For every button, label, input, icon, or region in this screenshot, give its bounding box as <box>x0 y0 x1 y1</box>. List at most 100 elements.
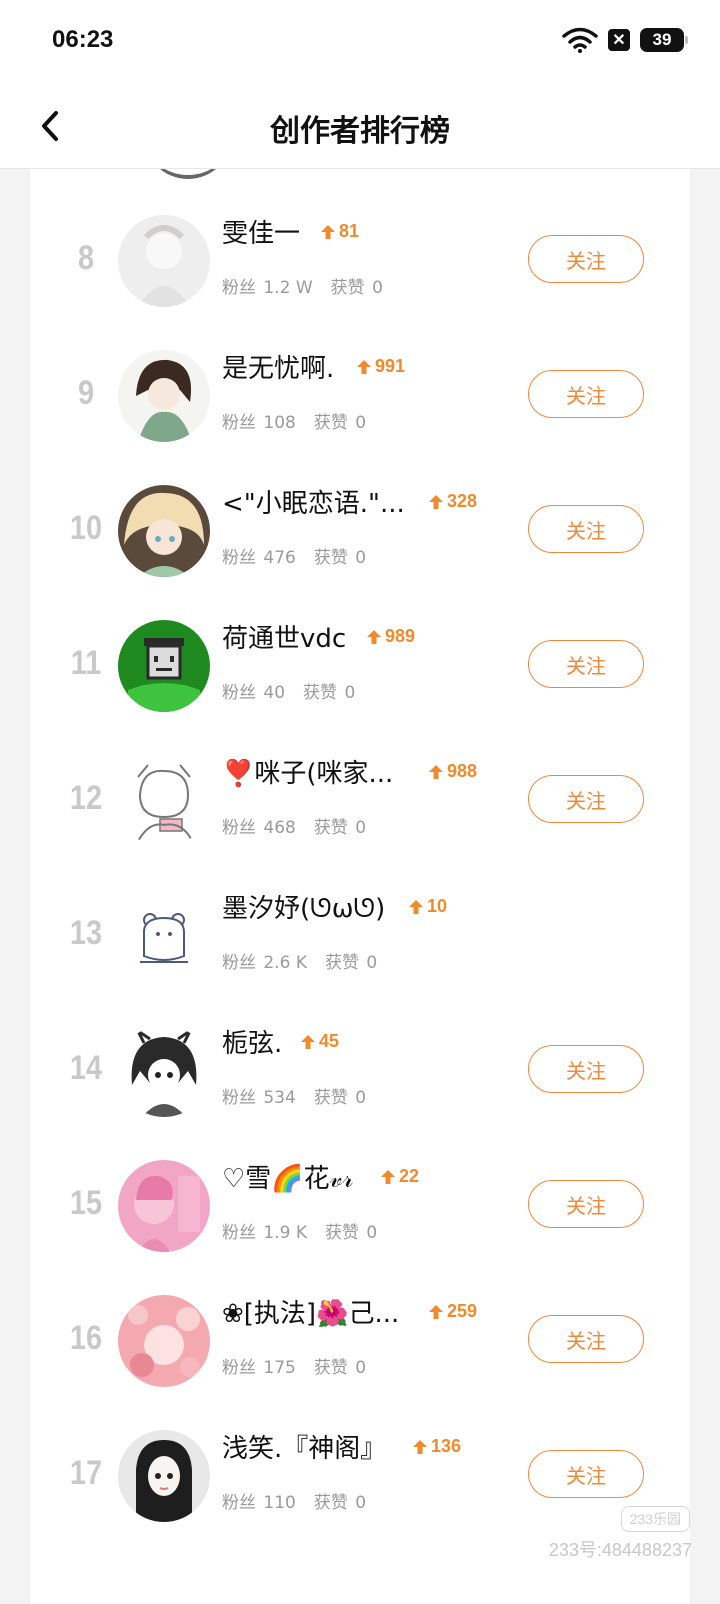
rank-rise: 22 <box>380 1166 419 1187</box>
page-title: 创作者排行榜 <box>270 114 450 149</box>
nav-bar: 创作者排行榜 <box>0 84 720 169</box>
arrow-up-icon <box>381 1169 395 1184</box>
creator-name[interactable]: 浅笑.『神阁』 <box>222 1428 386 1465</box>
creator-stats: 粉丝 40 获赞 0 <box>222 678 355 703</box>
rank-rise: 45 <box>300 1031 339 1052</box>
avatar[interactable] <box>118 1025 210 1117</box>
rank-number: 13 <box>69 914 103 952</box>
creator-stats: 粉丝 108 获赞 0 <box>222 408 366 433</box>
follow-button[interactable]: 关注 <box>528 505 644 553</box>
avatar[interactable] <box>118 485 210 577</box>
creator-name[interactable]: ♡雪🌈花𝓋𝓇 <box>222 1158 353 1195</box>
rank-rise: 989 <box>366 626 415 647</box>
fans-stat: 粉丝 534 <box>222 1088 296 1108</box>
list-item[interactable]: 9 是无忧啊. 991 粉丝 108 获赞 0 关注 <box>30 350 690 482</box>
list-item[interactable]: 14 栀弦. 45 粉丝 534 获赞 0 关注 <box>30 1025 690 1157</box>
arrow-up-icon <box>429 1304 443 1319</box>
creator-name[interactable]: ❀[执法]🌺己... <box>222 1293 399 1330</box>
arrow-up-icon <box>357 359 371 374</box>
rank-rise: 81 <box>320 221 359 242</box>
notification-x-icon: ✕ <box>608 29 630 51</box>
creator-stats: 粉丝 110 获赞 0 <box>222 1488 366 1513</box>
creator-name[interactable]: 荷通世vdc <box>222 618 346 655</box>
fans-stat: 粉丝 1.2 W <box>222 278 313 298</box>
rank-number: 17 <box>69 1454 103 1492</box>
likes-stat: 获赞 0 <box>330 278 383 298</box>
creator-stats: 粉丝 468 获赞 0 <box>222 813 366 838</box>
rank-number: 8 <box>77 239 95 277</box>
rank-rise: 10 <box>408 896 447 917</box>
avatar[interactable] <box>118 890 210 982</box>
previous-avatar-edge <box>144 169 232 179</box>
avatar[interactable] <box>118 1430 210 1522</box>
arrow-up-icon <box>321 224 335 239</box>
follow-button[interactable]: 关注 <box>528 775 644 823</box>
list-item[interactable]: 16 ❀[执法]🌺己... 259 粉丝 175 获赞 0 关注 <box>30 1295 690 1427</box>
likes-stat: 获赞 0 <box>313 1493 367 1513</box>
avatar[interactable] <box>118 1295 210 1387</box>
rank-number: 9 <box>77 374 95 412</box>
rank-rise: 328 <box>428 491 477 512</box>
list-item[interactable]: 13 墨汐妤(ᘎωᘎ) 10 粉丝 2.6 K 获赞 0 <box>30 890 690 1022</box>
follow-button[interactable]: 关注 <box>528 1045 644 1093</box>
rank-number: 11 <box>70 644 102 682</box>
fans-stat: 粉丝 1.9 K <box>222 1223 307 1243</box>
avatar[interactable] <box>118 215 210 307</box>
creator-stats: 粉丝 534 获赞 0 <box>222 1083 366 1108</box>
rank-number: 16 <box>69 1319 103 1357</box>
list-item[interactable]: 10 <"小眠恋语."... 328 粉丝 476 获赞 0 关注 <box>30 485 690 617</box>
avatar[interactable] <box>118 620 210 712</box>
rank-number: 12 <box>69 779 103 817</box>
avatar[interactable] <box>118 350 210 442</box>
rank-rise: 991 <box>356 356 405 377</box>
creator-stats: 粉丝 1.9 K 获赞 0 <box>222 1218 377 1243</box>
status-icons: ✕ 39 <box>562 26 688 54</box>
list-item[interactable]: 12 ❣️咪子(咪家... 988 粉丝 468 获赞 0 关注 <box>30 755 690 887</box>
follow-button[interactable]: 关注 <box>528 1450 644 1498</box>
arrow-up-icon <box>413 1439 427 1454</box>
fans-stat: 粉丝 108 <box>222 413 296 433</box>
follow-button[interactable]: 关注 <box>528 235 644 283</box>
arrow-up-icon <box>301 1034 315 1049</box>
creator-name[interactable]: ❣️咪子(咪家... <box>222 753 393 790</box>
creator-name[interactable]: 墨汐妤(ᘎωᘎ) <box>222 888 385 925</box>
fans-stat: 粉丝 175 <box>222 1358 296 1378</box>
creator-stats: 粉丝 1.2 W 获赞 0 <box>222 273 383 298</box>
list-item[interactable]: 8 雯佳一 81 粉丝 1.2 W 获赞 0 关注 <box>30 215 690 347</box>
status-time: 06:23 <box>52 26 114 53</box>
avatar[interactable] <box>118 755 210 847</box>
fans-stat: 粉丝 40 <box>222 683 286 703</box>
creator-name[interactable]: 雯佳一 <box>222 213 300 250</box>
arrow-up-icon <box>429 494 443 509</box>
follow-button[interactable]: 关注 <box>528 1180 644 1228</box>
rank-rise: 136 <box>412 1436 461 1457</box>
battery-level: 39 <box>652 30 672 49</box>
rank-number: 10 <box>69 509 103 547</box>
status-bar: 06:23 ✕ 39 <box>0 0 720 84</box>
rank-rise: 988 <box>428 761 477 782</box>
likes-stat: 获赞 0 <box>313 818 367 838</box>
list-item[interactable]: 11 荷通世vdc 989 粉丝 40 获赞 0 关注 <box>30 620 690 752</box>
watermark-id: 233号:484488237 <box>548 1540 692 1560</box>
fans-stat: 粉丝 468 <box>222 818 296 838</box>
rank-number: 15 <box>69 1184 103 1222</box>
ranking-list: 8 雯佳一 81 粉丝 1.2 W 获赞 0 关注 9 是无忧啊. 991 粉丝… <box>30 169 690 1604</box>
list-item[interactable]: 15 ♡雪🌈花𝓋𝓇 22 粉丝 1.9 K 获赞 0 关注 <box>30 1160 690 1292</box>
watermark-logo: 233乐园 <box>620 1506 690 1532</box>
likes-stat: 获赞 0 <box>325 1223 378 1243</box>
follow-button[interactable]: 关注 <box>528 640 644 688</box>
likes-stat: 获赞 0 <box>303 683 356 703</box>
wifi-icon <box>562 27 598 53</box>
arrow-up-icon <box>367 629 381 644</box>
creator-name[interactable]: 栀弦. <box>222 1023 282 1060</box>
creator-name[interactable]: 是无忧啊. <box>222 348 334 385</box>
rank-number: 14 <box>69 1049 103 1087</box>
fans-stat: 粉丝 476 <box>222 548 296 568</box>
follow-button[interactable]: 关注 <box>528 370 644 418</box>
battery-icon: 39 <box>640 28 688 52</box>
creator-name[interactable]: <"小眠恋语."... <box>222 483 405 520</box>
arrow-up-icon <box>409 899 423 914</box>
follow-button[interactable]: 关注 <box>528 1315 644 1363</box>
creator-stats: 粉丝 2.6 K 获赞 0 <box>222 948 377 973</box>
avatar[interactable] <box>118 1160 210 1252</box>
